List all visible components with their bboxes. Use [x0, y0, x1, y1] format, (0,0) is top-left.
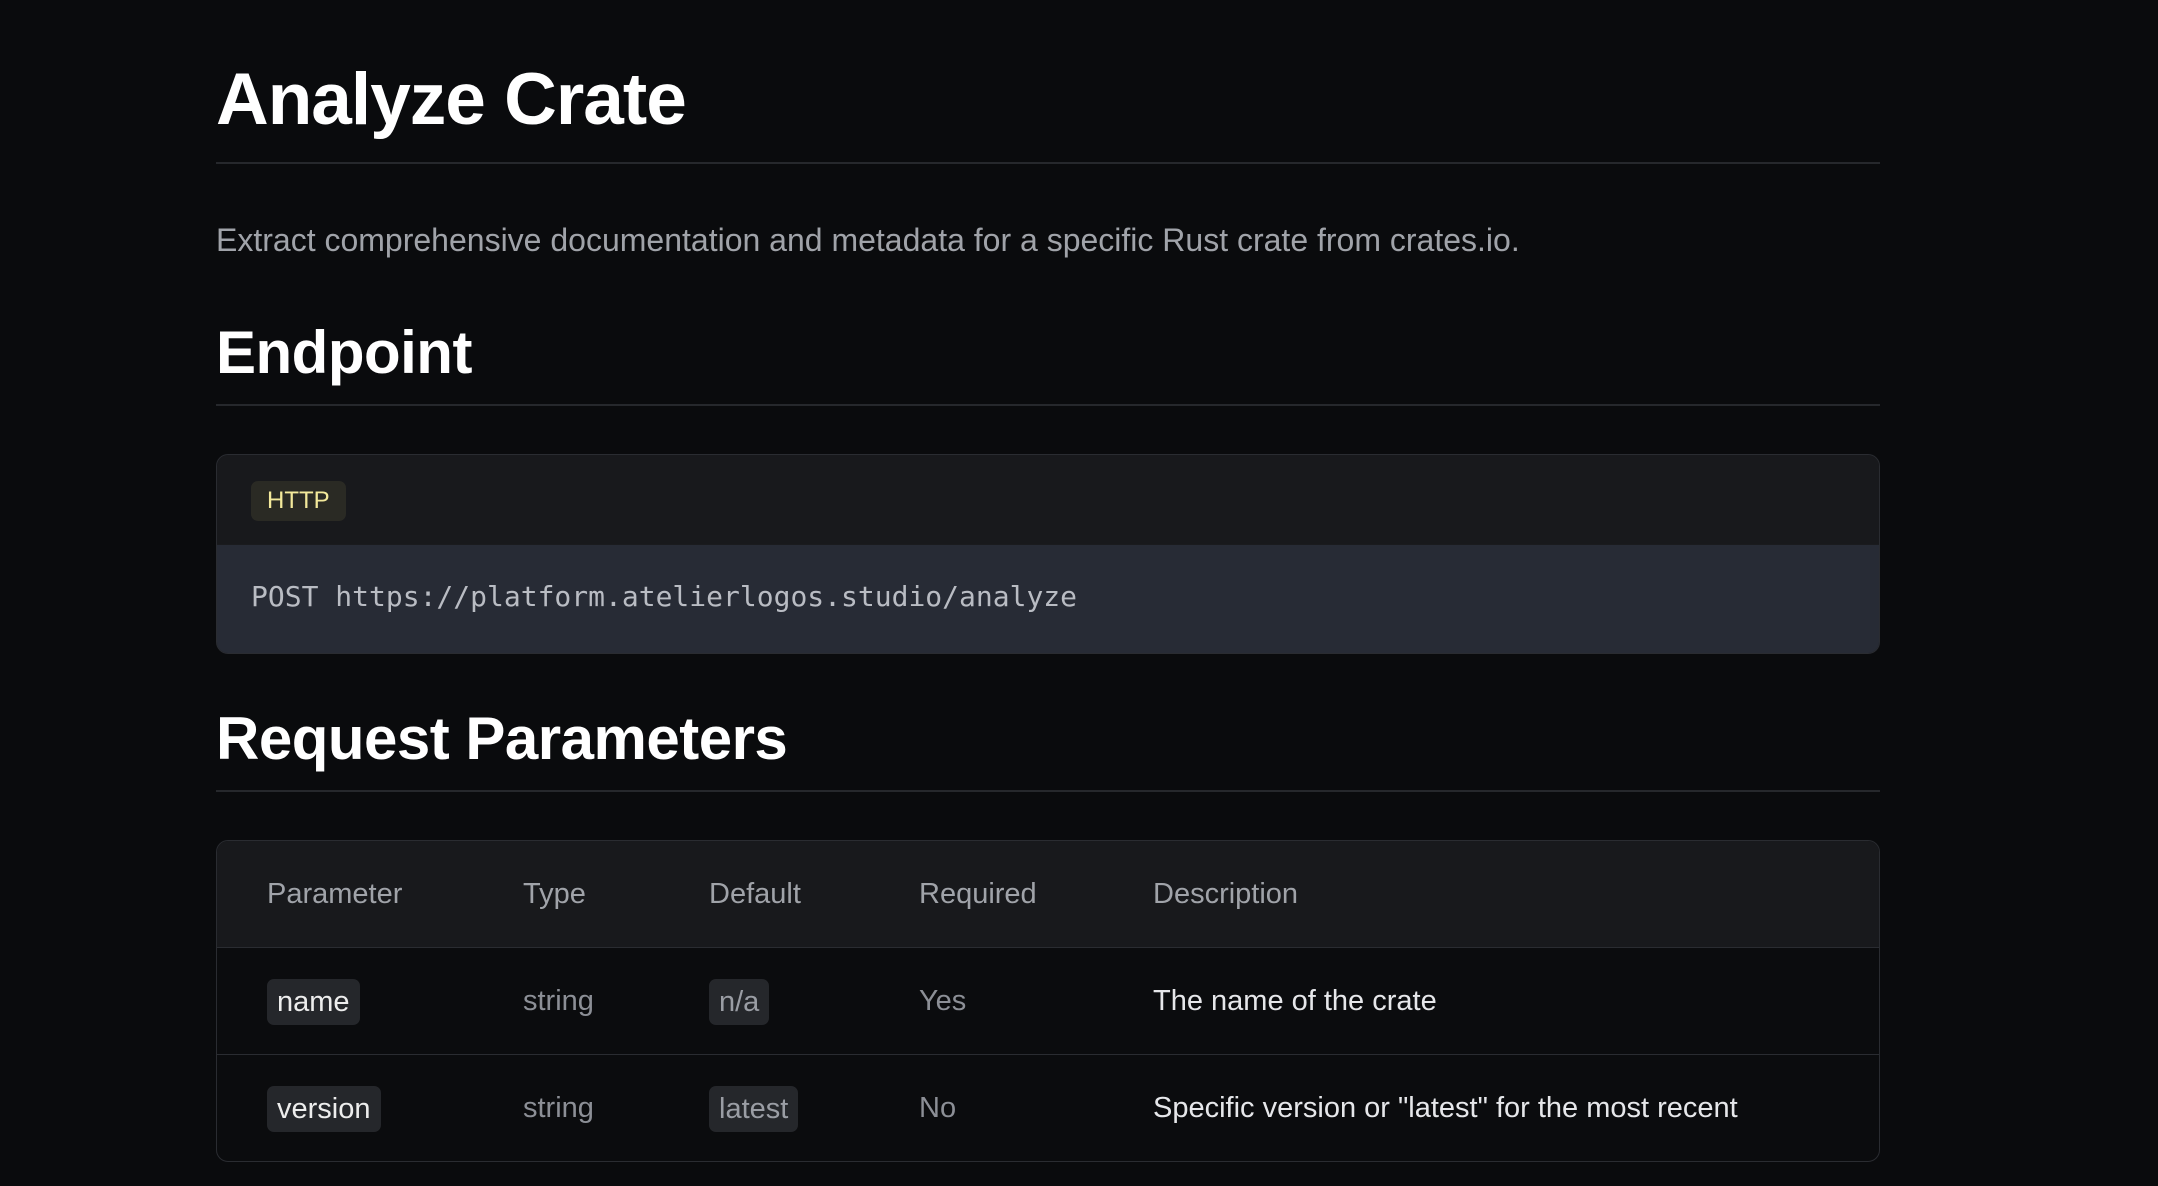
column-header-description: Description [1153, 878, 1299, 910]
description-cell: Specific version or "latest" for the mos… [1153, 1092, 1738, 1124]
required-cell: Yes [919, 985, 967, 1017]
request-parameters-heading: Request Parameters [216, 705, 788, 772]
table-row: name string n/a Yes The name of the crat… [217, 948, 1879, 1055]
default-cell: n/a [709, 948, 770, 1054]
page-title: Analyze Crate [216, 59, 687, 140]
endpoint-divider [216, 404, 1880, 406]
parameter-name-code: version [267, 1086, 381, 1133]
page-description: Extract comprehensive documentation and … [216, 222, 1520, 258]
required-cell: No [919, 1092, 957, 1124]
title-divider [216, 162, 1880, 164]
parameters-divider [216, 790, 1880, 792]
column-header-type: Type [523, 878, 586, 910]
parameters-table: Parameter Type Default Required Descript… [216, 840, 1880, 1162]
type-cell: string [523, 985, 594, 1017]
parameter-cell: version [267, 1055, 381, 1161]
description-cell: The name of the crate [1153, 985, 1437, 1017]
language-badge: HTTP [251, 481, 346, 521]
endpoint-heading: Endpoint [216, 319, 472, 386]
column-header-required: Required [919, 878, 1037, 910]
column-header-default: Default [709, 878, 801, 910]
column-header-parameter: Parameter [267, 878, 403, 910]
default-value-code: latest [709, 1086, 799, 1133]
code-block-body[interactable]: POST https://platform.atelierlogos.studi… [217, 545, 1879, 653]
table-header-row: Parameter Type Default Required Descript… [217, 841, 1879, 948]
type-cell: string [523, 1092, 594, 1124]
parameter-name-code: name [267, 979, 360, 1026]
endpoint-code-block: HTTP POST https://platform.atelierlogos.… [216, 454, 1880, 654]
code-block-header: HTTP [217, 455, 1879, 544]
table-row: version string latest No Specific versio… [217, 1055, 1879, 1161]
parameter-cell: name [267, 948, 360, 1054]
default-value-code: n/a [709, 979, 770, 1026]
endpoint-url-code[interactable]: POST https://platform.atelierlogos.studi… [251, 577, 1077, 617]
default-cell: latest [709, 1055, 799, 1161]
